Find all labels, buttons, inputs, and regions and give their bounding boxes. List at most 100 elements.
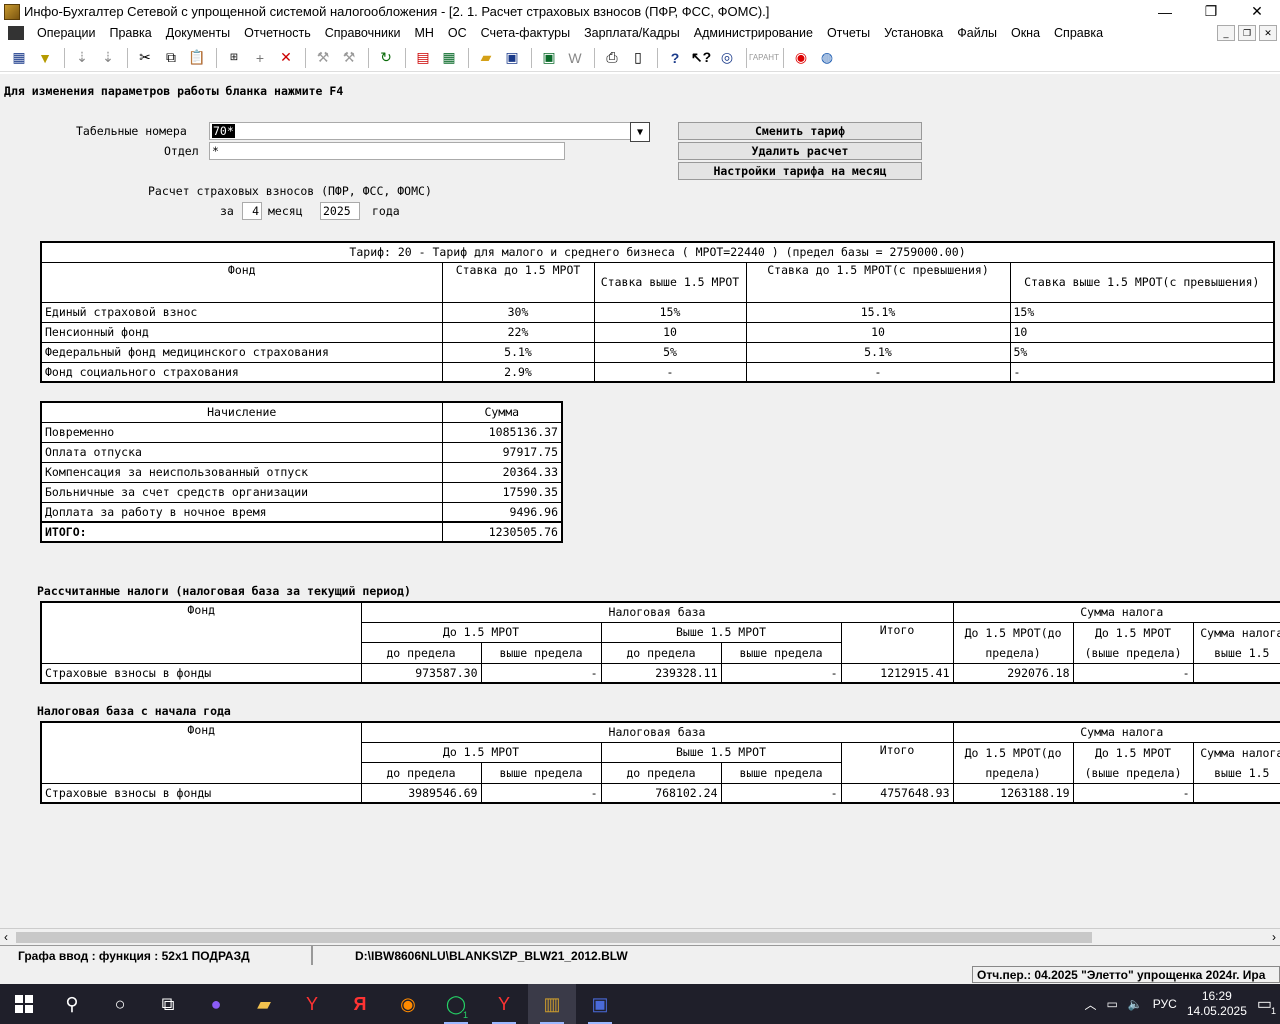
system-menu-icon[interactable] — [8, 26, 24, 40]
copy-icon[interactable]: ⧉ — [160, 47, 182, 69]
restore-button[interactable]: ❐ — [1188, 0, 1234, 23]
globe-icon[interactable]: ◍ — [816, 47, 838, 69]
whatsapp-icon[interactable]: ◯ 1 — [432, 984, 480, 1024]
table-cell[interactable]: 15.1% — [745, 301, 1011, 323]
month-input[interactable]: 4 — [242, 202, 262, 220]
menu-windows[interactable]: Окна — [1004, 26, 1047, 40]
yandex-icon[interactable]: Я — [336, 984, 384, 1024]
mdi-minimize-button[interactable]: _ — [1217, 25, 1235, 41]
table-cell[interactable]: Единый страховой взнос — [40, 301, 443, 323]
open-folder-icon[interactable]: ▰ — [475, 47, 497, 69]
delete-calc-button[interactable]: Удалить расчет — [678, 142, 922, 160]
total-value[interactable]: 1230505.76 — [441, 521, 563, 543]
clock[interactable]: 16:29 14.05.2025 — [1187, 989, 1247, 1019]
table-cell[interactable]: 20364.33 — [441, 461, 563, 483]
tab-numbers-input[interactable]: 70* — [209, 122, 631, 140]
table-cell[interactable]: 15% — [1009, 301, 1275, 323]
table-cell[interactable]: 5.1% — [745, 341, 1011, 363]
table-cell[interactable]: - — [720, 782, 842, 804]
alice-icon[interactable]: ● — [192, 984, 240, 1024]
table-cell[interactable]: - — [480, 662, 602, 684]
table-cell[interactable]: 2.9% — [441, 361, 595, 383]
info-buhgalter-icon[interactable]: ▥ — [528, 984, 576, 1024]
table-cell[interactable]: Страховые взносы в фонды — [40, 662, 362, 684]
language-indicator[interactable]: РУС — [1153, 997, 1177, 1011]
mdi-close-button[interactable]: ✕ — [1259, 25, 1277, 41]
table-cell[interactable]: - — [1072, 662, 1194, 684]
table-cell[interactable]: 10 — [593, 321, 747, 343]
menu-setup[interactable]: Установка — [877, 26, 950, 40]
horizontal-scrollbar[interactable]: ‹ › — [0, 928, 1280, 945]
table-cell[interactable]: Страховые взносы в фонды — [40, 782, 362, 804]
network-icon[interactable]: ▭ — [1106, 997, 1117, 1011]
table-cell[interactable]: 1212915.41 — [840, 662, 954, 684]
print-icon[interactable]: ⎙ — [601, 47, 623, 69]
menu-help[interactable]: Справка — [1047, 26, 1110, 40]
table-cell[interactable]: 1085136.37 — [441, 421, 563, 443]
menu-files[interactable]: Файлы — [950, 26, 1004, 40]
cut-icon[interactable]: ✂ — [134, 47, 156, 69]
compass-icon[interactable]: ◎ — [716, 47, 738, 69]
scroll-left-icon[interactable]: ‹ — [4, 930, 8, 944]
menu-mn[interactable]: МН — [407, 26, 440, 40]
table-cell[interactable]: - — [593, 361, 747, 383]
table-cell[interactable] — [1192, 782, 1280, 804]
delete-icon[interactable]: ✕ — [275, 47, 297, 69]
sort-asc-icon[interactable]: ⇣ — [71, 47, 93, 69]
close-button[interactable]: ✕ — [1234, 0, 1280, 23]
yandex-browser-2-icon[interactable]: Y — [480, 984, 528, 1024]
grid-icon[interactable]: ▦ — [8, 47, 30, 69]
pdf-icon[interactable]: ▤ — [412, 47, 434, 69]
table-cell[interactable]: Компенсация за неиспользованный отпуск — [40, 461, 443, 483]
paste-icon[interactable]: 📋 — [186, 47, 208, 69]
table-cell[interactable]: - — [480, 782, 602, 804]
tab-numbers-dropdown-icon[interactable]: ▼ — [630, 122, 650, 142]
menu-documents[interactable]: Документы — [159, 26, 237, 40]
table-cell[interactable]: 10 — [1009, 321, 1275, 343]
table-cell[interactable]: Доплата за работу в ночное время — [40, 501, 443, 523]
table-cell[interactable]: Пенсионный фонд — [40, 321, 443, 343]
menu-reports[interactable]: Отчеты — [820, 26, 877, 40]
tool1-icon[interactable]: ⚒ — [312, 47, 334, 69]
change-tariff-button[interactable]: Сменить тариф — [678, 122, 922, 140]
minimize-button[interactable]: — — [1142, 0, 1188, 23]
table-cell[interactable]: - — [1072, 782, 1194, 804]
table-cell[interactable]: 15% — [593, 301, 747, 323]
table-cell[interactable]: 9496.96 — [441, 501, 563, 523]
menu-os[interactable]: ОС — [441, 26, 474, 40]
firefox-icon[interactable]: ◉ — [384, 984, 432, 1024]
table-cell[interactable]: Больничные за счет средств организации — [40, 481, 443, 503]
table-cell[interactable]: 973587.30 — [360, 662, 482, 684]
menu-operations[interactable]: Операции — [30, 26, 102, 40]
table-cell[interactable]: - — [720, 662, 842, 684]
table-cell[interactable]: 5.1% — [441, 341, 595, 363]
calculator-icon[interactable]: ▦ — [438, 47, 460, 69]
scroll-thumb[interactable] — [16, 932, 1092, 943]
table-cell[interactable]: 239328.11 — [600, 662, 722, 684]
table-cell[interactable]: 17590.35 — [441, 481, 563, 503]
cortana-icon[interactable]: ○ — [96, 984, 144, 1024]
table-cell[interactable]: 4757648.93 — [840, 782, 954, 804]
table-cell[interactable]: 5% — [1009, 341, 1275, 363]
scroll-right-icon[interactable]: › — [1272, 930, 1276, 944]
table-cell[interactable]: 3989546.69 — [360, 782, 482, 804]
table-cell[interactable]: 97917.75 — [441, 441, 563, 463]
dept-input[interactable]: * — [209, 142, 565, 160]
tariff-settings-button[interactable]: Настройки тарифа на месяц — [678, 162, 922, 180]
table-cell[interactable] — [1192, 662, 1280, 684]
table-cell[interactable]: 292076.18 — [952, 662, 1074, 684]
add-icon[interactable]: + — [249, 47, 271, 69]
volume-icon[interactable]: 🔈 — [1128, 997, 1143, 1011]
menu-edit[interactable]: Правка — [102, 26, 158, 40]
table-cell[interactable]: Федеральный фонд медицинского страховани… — [40, 341, 443, 363]
word-icon[interactable]: W — [564, 47, 586, 69]
table-cell[interactable]: 30% — [441, 301, 595, 323]
preview-icon[interactable]: ▯ — [627, 47, 649, 69]
search-icon[interactable]: ⚲ — [48, 984, 96, 1024]
explorer-icon[interactable]: ▰ — [240, 984, 288, 1024]
lifebuoy-icon[interactable]: ◉ — [790, 47, 812, 69]
notifications-icon[interactable]: ▭ 1 — [1257, 994, 1276, 1016]
table-cell[interactable]: Фонд социального страхования — [40, 361, 443, 383]
table-cell[interactable]: 22% — [441, 321, 595, 343]
excel-icon[interactable]: ▣ — [538, 47, 560, 69]
